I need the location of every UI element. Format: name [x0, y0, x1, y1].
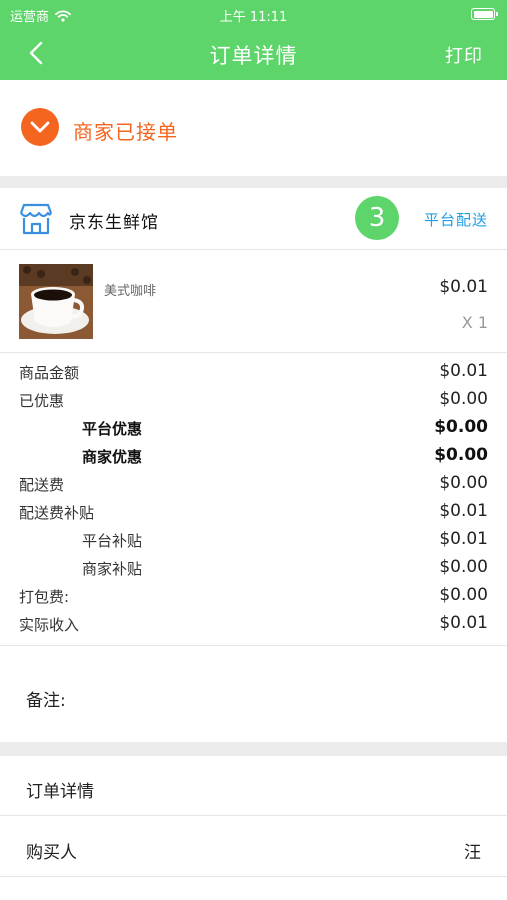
amount-row-merchant-discount: 商家优惠 $0.00	[0, 441, 507, 469]
store-name: 京东生鲜馆	[69, 213, 159, 233]
coffee-cup-image	[19, 264, 93, 339]
amount-label: 配送费补贴	[19, 504, 95, 522]
order-number-badge: 3	[355, 196, 399, 240]
amount-row-goods-total: 商品金额 $0.01	[0, 357, 507, 385]
amount-value: $0.00	[434, 445, 488, 465]
nav-bar: 订单详情 打印	[0, 28, 507, 80]
amount-row-delivery-subsidy: 配送费补贴 $0.01	[0, 497, 507, 525]
delivery-type-label: 平台配送	[423, 211, 488, 229]
product-price: $0.01	[439, 277, 488, 297]
section-separator	[0, 742, 507, 756]
amount-row-merchant-subsidy: 商家补贴 $0.00	[0, 553, 507, 581]
order-status-text: 商家已接单	[73, 120, 178, 144]
order-detail-row[interactable]: 订单详情	[0, 756, 507, 816]
store-row: 京东生鲜馆 3 平台配送	[0, 188, 507, 250]
status-time: 上午 11:11	[219, 10, 288, 25]
status-bar: 运营商 上午 11:11	[0, 0, 507, 28]
amount-value: $0.00	[439, 473, 488, 493]
amount-label: 商家优惠	[82, 448, 143, 466]
amount-value: $0.01	[439, 613, 488, 633]
battery-icon	[471, 8, 498, 20]
amount-value: $0.00	[439, 389, 488, 409]
amount-value: $0.01	[439, 529, 488, 549]
amount-row-delivery-fee: 配送费 $0.00	[0, 469, 507, 497]
order-status-row: 商家已接单	[0, 80, 507, 176]
buyer-label: 购买人	[26, 843, 77, 863]
amount-label: 配送费	[19, 476, 65, 494]
amount-row-discount: 已优惠 $0.00	[0, 385, 507, 413]
order-detail-label: 订单详情	[26, 782, 94, 802]
check-circle-icon	[21, 108, 59, 146]
app-header: 运营商 上午 11:11 订单详情 打印	[0, 0, 507, 80]
page-title: 订单详情	[209, 44, 298, 68]
amount-row-packing-fee: 打包费: $0.00	[0, 581, 507, 609]
amount-value: $0.00	[434, 417, 488, 437]
amount-label: 平台优惠	[82, 420, 143, 438]
amount-value: $0.00	[439, 585, 488, 605]
product-name: 美式咖啡	[104, 284, 157, 299]
amount-label: 平台补贴	[82, 532, 143, 550]
amount-value: $0.01	[439, 501, 488, 521]
note-label: 备注:	[26, 691, 66, 711]
product-row: 美式咖啡 $0.01 X 1	[0, 250, 507, 353]
amount-label: 已优惠	[19, 392, 65, 410]
buyer-value: 汪	[464, 843, 481, 863]
amount-row-platform-subsidy: 平台补贴 $0.01	[0, 525, 507, 553]
amount-value: $0.01	[439, 361, 488, 381]
product-quantity: X 1	[461, 313, 488, 332]
note-row: 备注:	[0, 646, 507, 742]
amount-summary: 商品金额 $0.01 已优惠 $0.00 平台优惠 $0.00 商家优惠 $0.…	[0, 357, 507, 637]
buyer-row: 购买人 汪	[0, 817, 507, 877]
print-button[interactable]: 打印	[445, 42, 483, 68]
amount-label: 商家补贴	[82, 560, 143, 578]
amount-label: 打包费:	[19, 588, 70, 606]
amount-value: $0.00	[439, 557, 488, 577]
amount-label: 商品金额	[19, 364, 80, 382]
amount-label: 实际收入	[19, 616, 80, 634]
amount-row-actual-income: 实际收入 $0.01	[0, 609, 507, 637]
amount-row-platform-discount: 平台优惠 $0.00	[0, 413, 507, 441]
section-separator	[0, 176, 507, 188]
store-icon	[19, 203, 53, 235]
